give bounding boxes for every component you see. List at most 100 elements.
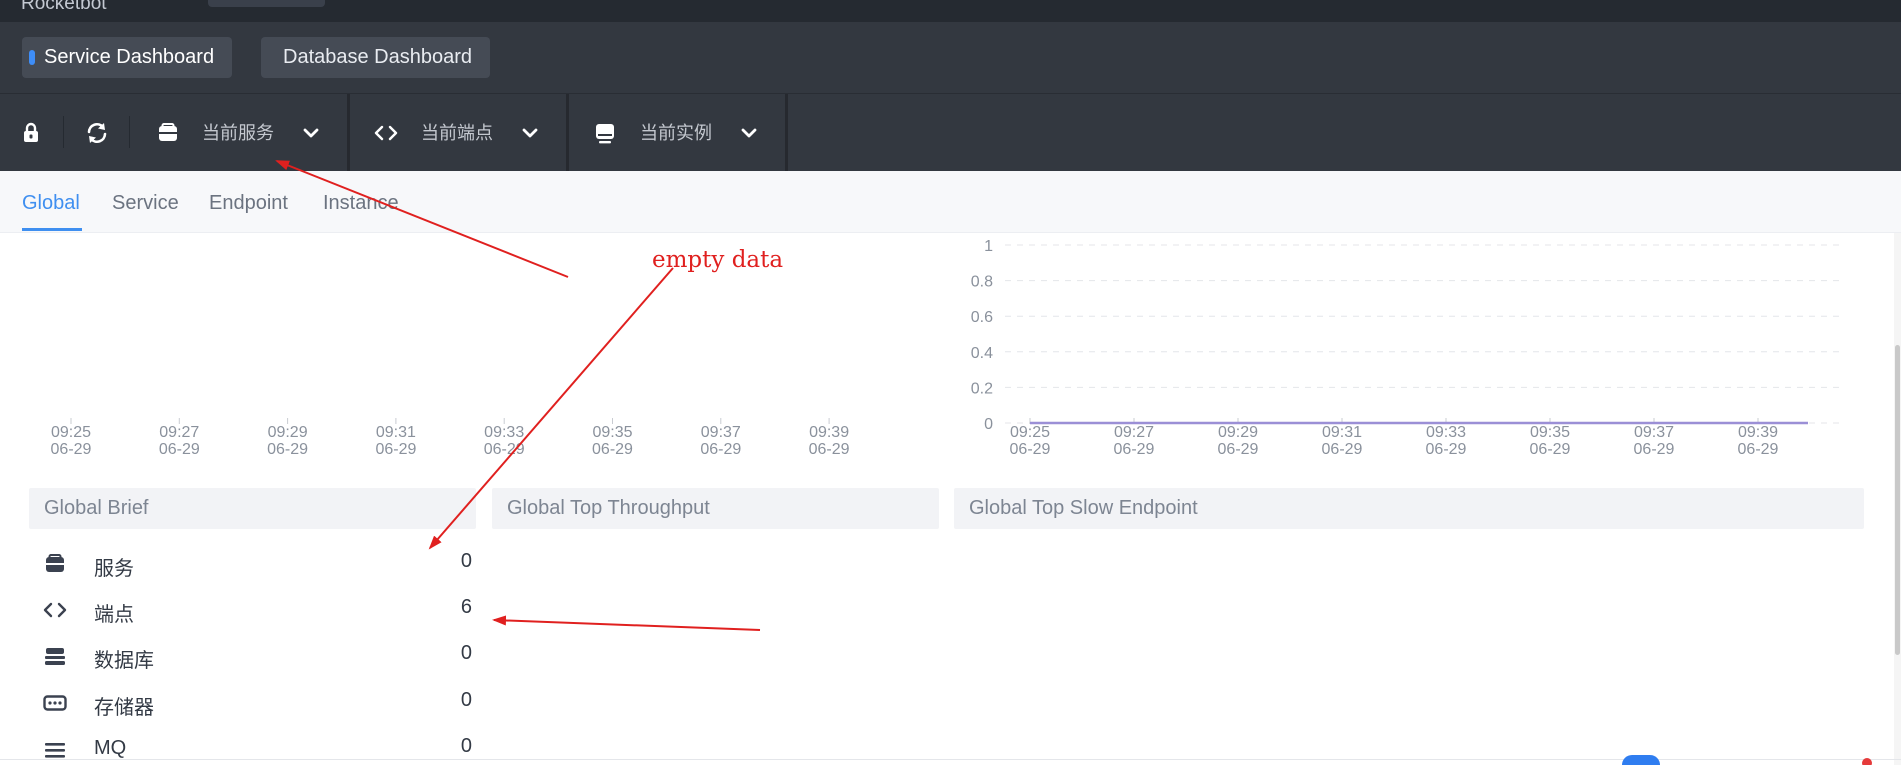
x-tick-label: 09:27	[159, 424, 199, 441]
brief-value: 0	[460, 689, 472, 711]
x-tick-label: 09:35	[1530, 424, 1570, 441]
database-icon	[45, 648, 65, 665]
chevron-down-icon[interactable]	[517, 120, 543, 146]
x-tick-label: 09:35	[592, 424, 632, 441]
brief-value: 0	[460, 642, 472, 664]
endpoint-icon	[43, 602, 67, 618]
group-divider	[785, 94, 788, 172]
service-icon	[46, 554, 64, 572]
current-endpoint-selector[interactable]: 当前端点	[421, 121, 493, 145]
notification-dot	[1862, 758, 1872, 765]
x-tick-label: 09:39	[809, 424, 849, 441]
brief-label: 端点	[94, 604, 134, 626]
brief-label: 存储器	[94, 697, 154, 719]
x-tick-label: 09:25	[1010, 424, 1050, 441]
global-brief-header: Global Brief	[29, 488, 476, 529]
y-tick-label: 0.6	[971, 309, 993, 326]
window-tab[interactable]	[208, 0, 325, 7]
database-dashboard-button[interactable]: Database Dashboard	[261, 37, 491, 78]
x-tick-label: 06-29	[1738, 441, 1779, 458]
tab-instance[interactable]: Instance	[323, 190, 399, 216]
x-tick-label: 06-29	[1114, 441, 1155, 458]
x-tick-label: 09:29	[268, 424, 308, 441]
main-content: 09:25 06-29 09:27 06-29 09:29 06-29 09:31 06-29…	[0, 233, 1901, 765]
x-tick-label: 09:39	[1738, 424, 1778, 441]
brief-value: 0	[460, 550, 472, 572]
lock-icon[interactable]	[18, 120, 44, 146]
bottom-divider	[0, 759, 1901, 760]
database-dashboard-label: Database Dashboard	[283, 46, 473, 68]
brief-row-endpoint: 端点 6	[42, 595, 472, 626]
scrollbar-thumb[interactable]	[1895, 345, 1900, 655]
global-top-slow-endpoint-header: Global Top Slow Endpoint	[954, 488, 1864, 529]
app-root: Rocketbot Service Dashboard Database Das…	[0, 0, 1901, 765]
brief-value: 0	[460, 735, 472, 757]
x-tick-label: 09:33	[1426, 424, 1466, 441]
brief-row-database: 数据库 0	[42, 641, 472, 672]
x-tick-label: 06-29	[375, 441, 416, 458]
brief-label: 数据库	[94, 650, 154, 672]
current-service-selector[interactable]: 当前服务	[202, 121, 274, 145]
brief-label: 服务	[94, 558, 134, 580]
refresh-icon[interactable]	[84, 120, 110, 146]
storage-icon	[43, 695, 67, 711]
x-tick-label: 09:37	[701, 424, 741, 441]
x-tick-label: 09:25	[51, 424, 91, 441]
group-divider	[566, 94, 569, 172]
service-dashboard-button[interactable]: Service Dashboard	[22, 37, 233, 78]
tab-endpoint[interactable]: Endpoint	[209, 190, 288, 216]
x-tick-label: 06-29	[592, 441, 633, 458]
x-tick-label: 06-29	[484, 441, 525, 458]
x-tick-label: 09:31	[1322, 424, 1362, 441]
y-tick-label: 0.4	[971, 345, 993, 362]
x-tick-label: 09:29	[1218, 424, 1258, 441]
x-tick-label: 09:27	[1114, 424, 1154, 441]
service-dashboard-label: Service Dashboard	[44, 46, 215, 68]
annotation-label: empty data	[652, 247, 784, 273]
x-tick-label: 06-29	[267, 441, 308, 458]
current-instance-selector[interactable]: 当前实例	[640, 121, 712, 145]
service-icon[interactable]	[155, 120, 181, 146]
active-indicator	[29, 50, 35, 65]
y-tick-label: 1	[984, 238, 993, 255]
y-tick-label: 0	[984, 416, 993, 433]
toolbar-separator	[129, 116, 130, 148]
floating-widget[interactable]	[1622, 755, 1660, 765]
y-tick-label: 0.8	[971, 274, 993, 291]
x-tick-label: 06-29	[1010, 441, 1051, 458]
x-tick-label: 09:33	[484, 424, 524, 441]
x-tick-label: 06-29	[700, 441, 741, 458]
y-tick-label: 0.2	[971, 380, 993, 397]
brief-label: MQ	[94, 737, 127, 759]
x-tick-label: 06-29	[1322, 441, 1363, 458]
chevron-down-icon[interactable]	[298, 120, 324, 146]
brief-row-storage: 存储器 0	[42, 688, 472, 719]
left-chart: 09:2506-2909:2706-2909:2906-2909:3106-29…	[51, 418, 850, 458]
right-chart: 10.80.60.40.20 09:2506-2909:2706-2909:290…	[971, 238, 1840, 458]
tab-global[interactable]: Global	[22, 190, 80, 216]
x-tick-label: 09:37	[1634, 424, 1674, 441]
charts-area: 09:2506-2909:2706-2909:2906-2909:3106-29…	[51, 238, 1840, 458]
chevron-down-icon[interactable]	[736, 120, 762, 146]
instance-icon[interactable]	[592, 120, 618, 146]
x-tick-label: 06-29	[1426, 441, 1467, 458]
brief-row-service: 服务 0	[42, 549, 472, 580]
x-tick-label: 06-29	[1218, 441, 1259, 458]
dashboard-switcher: Service Dashboard Database Dashboard	[0, 22, 1901, 93]
view-tabs: Global Service Endpoint Instance	[0, 171, 1901, 233]
endpoint-icon[interactable]	[373, 120, 399, 146]
toolbar-separator	[63, 116, 64, 148]
x-tick-label: 06-29	[809, 441, 850, 458]
x-tick-label: 06-29	[1634, 441, 1675, 458]
toolbar: 当前服务 当前端点 当前实例	[0, 93, 1901, 172]
active-tab-underline	[22, 228, 82, 231]
global-top-throughput-header: Global Top Throughput	[492, 488, 939, 529]
group-divider	[347, 94, 350, 172]
x-tick-label: 06-29	[51, 441, 92, 458]
x-tick-label: 06-29	[1530, 441, 1571, 458]
tab-service[interactable]: Service	[112, 190, 179, 216]
brief-value: 6	[460, 596, 472, 618]
x-tick-label: 06-29	[159, 441, 200, 458]
app-brand: Rocketbot	[21, 0, 107, 14]
title-bar: Rocketbot	[0, 0, 1901, 22]
